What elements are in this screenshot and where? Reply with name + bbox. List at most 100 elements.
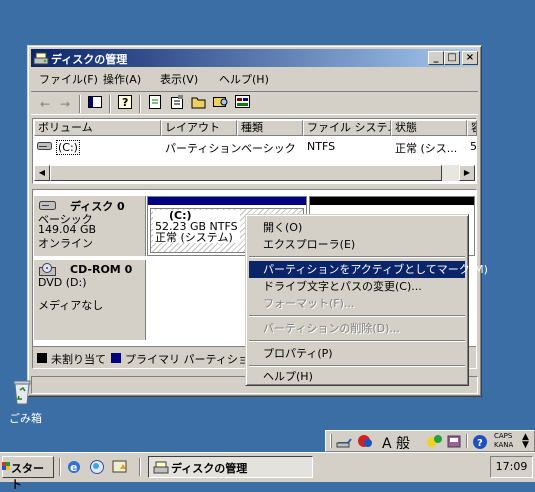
- svg-text:e: e: [70, 461, 77, 474]
- legend-label-primary: プライマリ パーティション: [125, 353, 260, 366]
- system-tray-clock[interactable]: 17:09: [490, 456, 533, 478]
- menu-item-properties[interactable]: プロパティ(P): [249, 345, 465, 362]
- horizontal-scrollbar[interactable]: ◀ ▶: [34, 165, 475, 181]
- cdrom-0-state: メディアなし: [38, 299, 104, 312]
- legend-label-unallocated: 未割り当て: [51, 353, 106, 366]
- menu-help[interactable]: ヘルプ(H): [215, 71, 273, 87]
- recycle-bin-icon[interactable]: [12, 378, 32, 406]
- ime-tool-icon[interactable]: [336, 433, 354, 449]
- menu-separator: [249, 365, 465, 367]
- ime-expand-icon[interactable]: ▲ ▼: [522, 433, 529, 450]
- scroll-thumb[interactable]: [50, 165, 442, 181]
- minimize-button[interactable]: _: [428, 51, 444, 65]
- column-header-layout[interactable]: レイアウト: [161, 120, 237, 136]
- windows-logo-icon: [2, 462, 10, 470]
- cdrom-icon: [39, 263, 56, 276]
- ime-pad-icon[interactable]: [426, 433, 444, 449]
- legend-swatch-unallocated: [37, 353, 47, 363]
- column-header-volume[interactable]: ボリューム: [34, 120, 161, 136]
- scroll-left-icon[interactable]: ◀: [34, 165, 50, 181]
- disk-settings-icon[interactable]: [233, 95, 253, 113]
- volume-list: ボリューム レイアウト 種類 ファイル システ... 状態 容 (C:) パーテ…: [32, 118, 477, 184]
- menu-separator: [249, 315, 465, 317]
- toolbar-separator: [79, 95, 81, 113]
- ime-input-mode[interactable]: A 般: [382, 433, 410, 453]
- legend-swatch-primary: [111, 353, 121, 363]
- ime-kana-indicator: KANA: [494, 441, 514, 449]
- open-icon[interactable]: [189, 95, 209, 113]
- table-row[interactable]: (C:) パーティション ベーシック NTFS 正常 (シス... 5: [34, 138, 477, 155]
- svg-text:?: ?: [122, 96, 128, 109]
- back-icon[interactable]: ←: [35, 95, 55, 113]
- menu-item-delete-partition: パーティションの削除(D)...: [263, 322, 400, 335]
- recycle-bin-label: ごみ箱: [9, 412, 42, 425]
- taskbar-button-disk-management[interactable]: ディスクの管理: [148, 456, 313, 478]
- menu-separator: [249, 256, 465, 258]
- windows-explorer-icon[interactable]: [89, 459, 105, 475]
- menu-bar: ファイル(F) 操作(A) 表示(V) ヘルプ(H): [31, 69, 478, 88]
- partition-c-status: 正常 (システム): [155, 231, 233, 244]
- toolbar-separator: [139, 95, 141, 113]
- unallocated-bar: [310, 197, 474, 205]
- toolbar: ← → ?: [31, 91, 478, 115]
- close-button[interactable]: ×: [462, 51, 478, 65]
- menu-item-explore[interactable]: エクスプローラ(E): [249, 236, 465, 253]
- menu-item-help[interactable]: ヘルプ(H): [249, 368, 465, 385]
- refresh-icon[interactable]: [145, 95, 165, 113]
- taskbar-separator: [139, 458, 141, 476]
- partition-c-text: (C:) 52.23 GB NTFS 正常 (システム): [153, 210, 240, 243]
- column-header-capacity[interactable]: 容: [467, 120, 477, 136]
- scroll-right-icon[interactable]: ▶: [459, 165, 475, 181]
- disk-management-icon: [153, 461, 169, 474]
- ime-dictionary-icon[interactable]: [446, 433, 464, 449]
- menu-action[interactable]: 操作(A): [99, 71, 145, 87]
- column-header-type[interactable]: 種類: [237, 120, 303, 136]
- svg-text:?: ?: [477, 438, 483, 449]
- menu-item-open[interactable]: 開く(O): [249, 219, 465, 236]
- maximize-button[interactable]: □: [444, 51, 460, 65]
- menu-separator: [249, 340, 465, 342]
- menu-item-change-drive-letter[interactable]: ドライブ文字とパスの変更(C)...: [249, 278, 465, 295]
- menu-view[interactable]: 表示(V): [156, 71, 202, 87]
- disk-0-label[interactable]: ディスク 0 ベーシック 149.04 GB オンライン: [34, 196, 146, 256]
- ime-caps-indicator: CAPS: [494, 432, 513, 440]
- cdrom-0-name: CD-ROM 0: [70, 263, 133, 276]
- ime-language-icon[interactable]: [356, 433, 374, 449]
- properties-icon[interactable]: [167, 95, 187, 113]
- primary-partition-bar: [148, 197, 306, 205]
- cell-filesystem: NTFS: [307, 140, 336, 153]
- start-label: スタート: [11, 462, 44, 491]
- drive-icon: [37, 142, 52, 150]
- ime-separator: [466, 434, 468, 448]
- cdrom-0-type: DVD (D:): [38, 276, 87, 289]
- internet-explorer-icon[interactable]: e: [66, 459, 82, 475]
- cell-status: 正常 (シス...: [395, 142, 458, 155]
- cell-volume: (C:): [56, 140, 80, 155]
- start-button[interactable]: スタート: [2, 456, 54, 491]
- column-header-filesystem[interactable]: ファイル システ...: [303, 120, 391, 136]
- show-desktop-icon[interactable]: [112, 459, 128, 475]
- taskbar-button-label: ディスクの管理: [171, 462, 248, 475]
- ime-grip[interactable]: [330, 434, 332, 448]
- disk-management-icon: [33, 52, 49, 65]
- help-icon[interactable]: ?: [115, 95, 135, 113]
- menu-item-format: フォーマット(F)...: [263, 297, 355, 310]
- forward-icon[interactable]: →: [55, 95, 75, 113]
- ime-help-icon[interactable]: ?: [472, 434, 488, 450]
- title-bar[interactable]: ディスクの管理 _ □ ×: [31, 49, 478, 67]
- ime-language-bar: A 般 ? CAPS KANA ▲ ▼: [325, 430, 535, 452]
- cell-capacity: 5: [470, 140, 477, 153]
- toolbar-separator: [109, 95, 111, 113]
- menu-item-mark-active[interactable]: パーティションをアクティブとしてマーク(M): [249, 261, 488, 278]
- context-menu: 開く(O) エクスプローラ(E) パーティションをアクティブとしてマーク(M) …: [245, 214, 488, 386]
- window-title: ディスクの管理: [51, 53, 128, 66]
- menu-file[interactable]: ファイル(F): [35, 71, 102, 87]
- column-header-status[interactable]: 状態: [391, 120, 467, 136]
- cdrom-0-label[interactable]: CD-ROM 0 DVD (D:) メディアなし: [34, 260, 146, 340]
- explore-icon[interactable]: [211, 95, 231, 113]
- disk-icon: [39, 201, 56, 210]
- properties-pane-icon[interactable]: [85, 95, 105, 113]
- taskbar-separator: [59, 458, 61, 476]
- cell-type: ベーシック: [241, 142, 296, 155]
- cell-layout: パーティション: [165, 142, 242, 155]
